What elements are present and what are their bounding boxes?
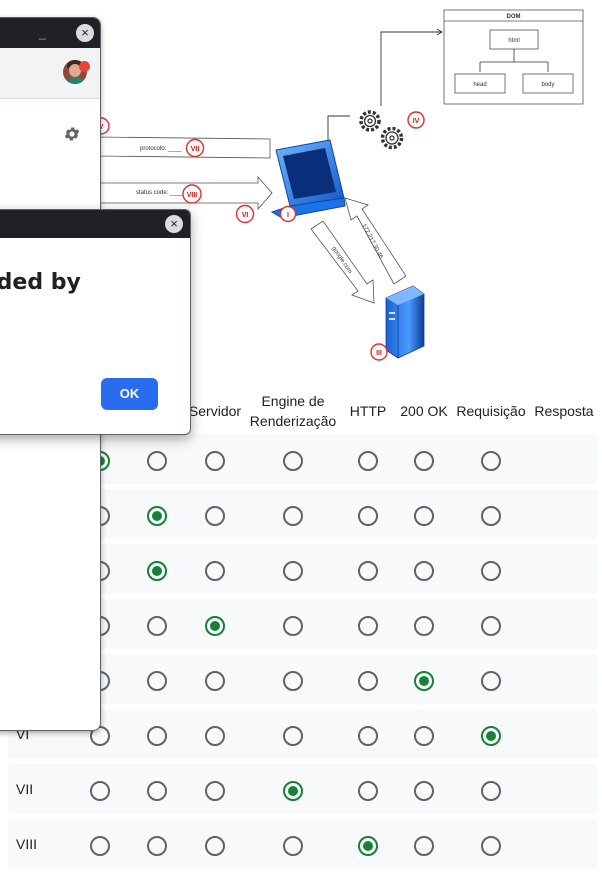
svg-text:IV: IV <box>413 118 420 125</box>
radio-viii-http[interactable] <box>283 836 303 856</box>
dialog-close-icon[interactable]: × <box>165 215 183 233</box>
radio-v-http[interactable] <box>283 671 303 691</box>
radio-vii-requisicao[interactable] <box>414 781 434 801</box>
radio-viii-navegador[interactable] <box>90 836 110 856</box>
radio-vii-engine-de-renderizacao[interactable] <box>205 781 225 801</box>
dom-title: DOM <box>507 14 521 20</box>
radio-v-resposta[interactable] <box>481 671 501 691</box>
column-header-200-ok: 200 OK <box>400 403 448 419</box>
radio-ii-requisicao[interactable] <box>414 506 434 526</box>
svg-text:VI: VI <box>242 212 249 219</box>
connector-to-dom <box>327 28 443 140</box>
radio-ii-http[interactable] <box>283 506 303 526</box>
dom-node-head: head <box>473 82 486 88</box>
dom-tree-box: DOM html head body <box>443 9 584 105</box>
column-header-resposta: Resposta <box>534 403 594 419</box>
gear-icon[interactable] <box>63 125 81 143</box>
radio-iii-requisicao[interactable] <box>414 561 434 581</box>
dialog: × nded by OK <box>0 209 191 435</box>
dialog-message: nded by <box>0 270 81 295</box>
gears-icon <box>359 110 404 150</box>
radio-viii-engine-de-renderizacao[interactable] <box>205 836 225 856</box>
radio-iv-engine-de-renderizacao[interactable] <box>205 616 225 636</box>
radio-iv-resposta[interactable] <box>481 616 501 636</box>
radio-iv-200-ok[interactable] <box>358 616 378 636</box>
radio-ii-resposta[interactable] <box>481 506 501 526</box>
meet-toolbar <box>0 48 100 99</box>
radio-i-resposta[interactable] <box>481 451 501 471</box>
grid-row-vii: VII <box>8 764 598 814</box>
column-header-http: HTTP <box>349 403 387 419</box>
radio-vii-resposta[interactable] <box>481 781 501 801</box>
protocol-arrow: protocolo: ____ <box>97 136 271 159</box>
radio-iii-200-ok[interactable] <box>358 561 378 581</box>
badge-viii: VIII <box>182 184 202 204</box>
radio-ii-200-ok[interactable] <box>358 506 378 526</box>
svg-text:III: III <box>376 350 382 357</box>
radio-vi-engine-de-renderizacao[interactable] <box>205 726 225 746</box>
protocol-label: protocolo: ____ <box>140 146 182 152</box>
ok-button[interactable]: OK <box>101 378 158 410</box>
radio-iii-resposta[interactable] <box>481 561 501 581</box>
radio-iv-http[interactable] <box>283 616 303 636</box>
grid-row-viii: VIII <box>8 819 598 869</box>
radio-v-servidor[interactable] <box>147 671 167 691</box>
dom-node-body: body <box>541 82 554 88</box>
radio-iii-servidor[interactable] <box>147 561 167 581</box>
radio-i-200-ok[interactable] <box>358 451 378 471</box>
laptop-icon <box>270 139 346 219</box>
radio-viii-resposta[interactable] <box>481 836 501 856</box>
radio-vi-servidor[interactable] <box>147 726 167 746</box>
badge-iv: IV <box>407 111 425 129</box>
svg-text:VII: VII <box>191 146 200 153</box>
server-icon <box>385 285 425 359</box>
radio-v-engine-de-renderizacao[interactable] <box>205 671 225 691</box>
radio-viii-requisicao[interactable] <box>414 836 434 856</box>
badge-vi: VI <box>235 204 255 224</box>
radio-vii-200-ok[interactable] <box>358 781 378 801</box>
column-header-engine-de-renderizacao: Engine de Renderização <box>249 393 337 429</box>
radio-i-http[interactable] <box>283 451 303 471</box>
meet-titlebar: _ × <box>0 18 100 48</box>
radio-vii-http[interactable] <box>283 781 303 801</box>
radio-vii-servidor[interactable] <box>147 781 167 801</box>
radio-viii-200-ok[interactable] <box>358 836 378 856</box>
close-icon[interactable]: × <box>76 24 94 42</box>
radio-iii-http[interactable] <box>283 561 303 581</box>
radio-vi-200-ok[interactable] <box>358 726 378 746</box>
svg-text:I: I <box>287 212 289 219</box>
radio-vi-requisicao[interactable] <box>414 726 434 746</box>
dom-node-html: html <box>508 38 519 44</box>
radio-vii-navegador[interactable] <box>90 781 110 801</box>
radio-iv-servidor[interactable] <box>147 616 167 636</box>
camera-status-icon <box>79 61 90 72</box>
radio-vi-http[interactable] <box>283 726 303 746</box>
radio-v-requisicao[interactable] <box>414 671 434 691</box>
svg-text:VIII: VIII <box>187 192 198 199</box>
radio-i-requisicao[interactable] <box>414 451 434 471</box>
radio-i-engine-de-renderizacao[interactable] <box>205 451 225 471</box>
row-label: VIII <box>16 836 38 852</box>
column-header-requisicao: Requisição <box>456 403 526 419</box>
status-code-label: status code: ____ <box>136 190 184 196</box>
minimize-icon[interactable]: _ <box>39 26 46 40</box>
radio-i-servidor[interactable] <box>147 451 167 471</box>
column-header-servidor: Servidor <box>188 403 242 419</box>
radio-iii-engine-de-renderizacao[interactable] <box>205 561 225 581</box>
radio-v-200-ok[interactable] <box>358 671 378 691</box>
radio-ii-servidor[interactable] <box>147 506 167 526</box>
badge-i: I <box>279 205 297 223</box>
badge-iii: III <box>370 343 388 361</box>
radio-ii-engine-de-renderizacao[interactable] <box>205 506 225 526</box>
dialog-titlebar: × <box>0 210 190 238</box>
row-label: VII <box>16 781 34 797</box>
radio-viii-servidor[interactable] <box>147 836 167 856</box>
badge-vii: VII <box>185 138 205 158</box>
radio-vi-resposta[interactable] <box>481 726 501 746</box>
radio-iv-requisicao[interactable] <box>414 616 434 636</box>
